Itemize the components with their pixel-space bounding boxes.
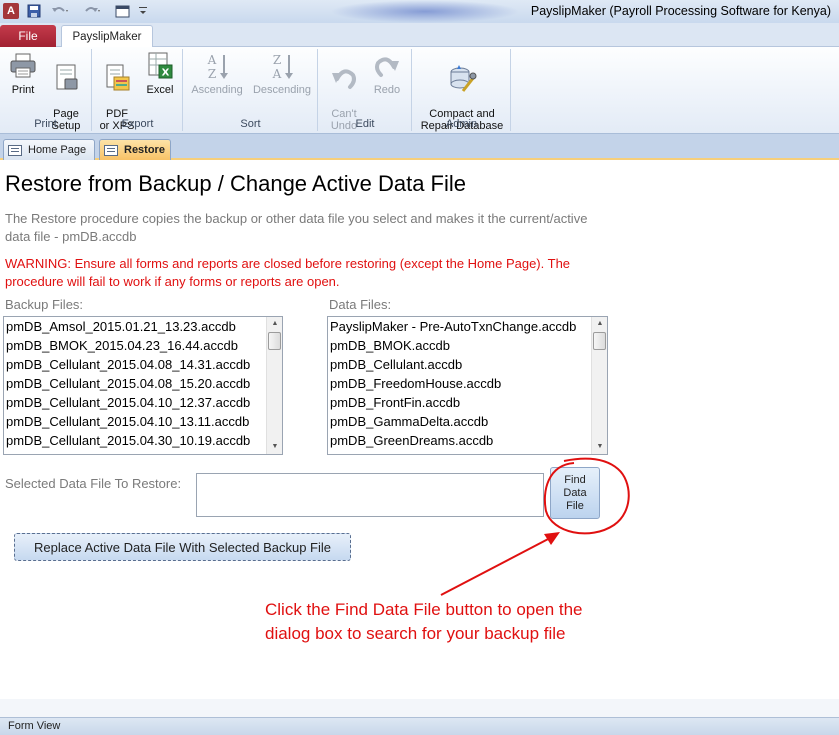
scroll-down-icon[interactable]: ▼ <box>592 440 607 454</box>
undo-quick-icon[interactable] <box>49 3 71 19</box>
redo-icon <box>375 57 399 77</box>
sort-ascending-label: Ascending <box>191 84 243 96</box>
customize-toolbar-icon[interactable] <box>137 3 149 19</box>
title-bar: A PayslipMaker (Payroll Processing Softw… <box>0 0 839 23</box>
find-data-file-button[interactable]: Find Data File <box>550 467 600 519</box>
ribbon-group-print-label: Print <box>34 118 57 130</box>
ribbon-group-edit: Can't Undo Redo Edit <box>319 49 412 132</box>
form-warning: WARNING: Ensure all forms and reports ar… <box>5 256 571 289</box>
print-button[interactable]: Print <box>6 51 40 96</box>
redo-quick-icon[interactable] <box>81 3 103 19</box>
annotation-arrow-head <box>544 532 560 545</box>
doc-tab-home-label: Home Page <box>28 144 87 156</box>
list-item[interactable]: pmDB_BMOK_2015.04.23_16.44.accdb <box>6 336 238 355</box>
print-button-label: Print <box>11 84 35 96</box>
ribbon-group-admin: Compact and Repair Database Admin <box>413 49 511 132</box>
list-item[interactable]: pmDB_GreenDreams.accdb <box>330 431 493 450</box>
status-text: Form View <box>8 720 61 732</box>
list-item[interactable]: pmDB_FrontFin.accdb <box>330 393 460 412</box>
scroll-up-icon[interactable]: ▲ <box>592 317 607 331</box>
document-tabs: Home Page Restore <box>0 134 839 160</box>
sort-descending-icon: ZA <box>272 53 293 81</box>
svg-text:A: A <box>207 53 217 67</box>
ribbon-group-export: PDF or XPS X Excel Export <box>93 49 183 132</box>
list-item[interactable]: pmDB_Cellulant_2015.04.30_10.19.accdb <box>6 431 250 450</box>
doc-tab-home-page[interactable]: Home Page <box>3 139 95 160</box>
window-title: PayslipMaker (Payroll Processing Softwar… <box>530 4 831 18</box>
form-icon <box>104 144 118 156</box>
svg-text:Z: Z <box>273 53 281 67</box>
access-app-icon[interactable]: A <box>3 3 19 19</box>
list-item[interactable]: pmDB_Cellulant.accdb <box>330 355 462 374</box>
scroll-thumb[interactable] <box>593 332 606 350</box>
redo-button-label: Redo <box>373 84 401 96</box>
form-view-quick-icon[interactable] <box>113 3 131 19</box>
list-item[interactable]: pmDB_FreedomHouse.accdb <box>330 374 501 393</box>
sort-ascending-button[interactable]: AZ Ascending <box>188 51 246 96</box>
ribbon-group-sort: AZ Ascending ZA Descending Sort <box>184 49 318 131</box>
page-setup-icon <box>56 64 78 90</box>
annotation-arrow-line <box>440 536 553 596</box>
list-item[interactable]: PayslipMaker - Pre-AutoTxnChange.accdb <box>330 317 576 336</box>
excel-export-button-label: Excel <box>146 84 174 96</box>
form-heading: Restore from Backup / Change Active Data… <box>5 171 466 196</box>
form-description: The Restore procedure copies the backup … <box>5 211 588 244</box>
tab-payslipmaker[interactable]: PayslipMaker <box>61 25 153 48</box>
form-icon <box>8 144 22 156</box>
ribbon-group-edit-label: Edit <box>355 118 375 130</box>
list-item[interactable]: pmDB_Cellulant_2015.04.10_12.37.accdb <box>6 393 250 412</box>
excel-export-button[interactable]: X Excel <box>141 51 179 96</box>
printer-icon <box>10 53 36 78</box>
list-item[interactable]: pmDB_BMOK.accdb <box>330 336 450 355</box>
ribbon-group-export-label: Export <box>121 118 154 130</box>
file-tab[interactable]: File <box>0 25 56 47</box>
redo-button[interactable]: Redo <box>367 51 407 96</box>
ribbon-group-sort-label: Sort <box>240 118 261 130</box>
list-item[interactable]: pmDB_GreenPark.accdb <box>330 450 475 454</box>
compact-repair-icon <box>450 65 477 92</box>
backup-files-listbox[interactable]: pmDB_Amsol_2015.01.21_13.23.accdb pmDB_BM… <box>3 316 283 455</box>
svg-text:Z: Z <box>208 67 216 81</box>
list-item[interactable]: pmDB_Cellulant_2015.04.30_10.20.accdb <box>6 450 250 454</box>
sort-descending-button[interactable]: ZA Descending <box>250 51 314 96</box>
ribbon-tab-strip: File PayslipMaker <box>0 23 839 48</box>
backup-list-scrollbar[interactable]: ▲ ▼ <box>266 317 282 454</box>
restore-form: Restore from Backup / Change Active Data… <box>0 161 839 699</box>
excel-icon: X <box>148 52 173 79</box>
ribbon-group-admin-label: Admin <box>445 118 478 130</box>
status-bar: Form View <box>0 717 839 735</box>
selected-file-input[interactable] <box>196 473 544 517</box>
data-files-listbox[interactable]: PayslipMaker - Pre-AutoTxnChange.accdb pm… <box>327 316 608 455</box>
pdf-xps-icon <box>106 64 130 91</box>
annotation-text: Click the Find Data File button to open … <box>265 600 583 643</box>
list-item[interactable]: pmDB_Cellulant_2015.04.08_15.20.accdb <box>6 374 250 393</box>
doc-tab-restore[interactable]: Restore <box>99 139 171 160</box>
scroll-thumb[interactable] <box>268 332 281 350</box>
selected-file-label: Selected Data File To Restore: <box>5 476 182 491</box>
list-item[interactable]: pmDB_Amsol_2015.01.21_13.23.accdb <box>6 317 236 336</box>
svg-text:A: A <box>272 67 282 81</box>
scroll-down-icon[interactable]: ▼ <box>267 440 282 454</box>
list-item[interactable]: pmDB_Cellulant_2015.04.08_14.31.accdb <box>6 355 250 374</box>
svg-text:X: X <box>162 68 170 79</box>
save-icon[interactable] <box>26 3 42 19</box>
data-files-label: Data Files: <box>329 297 392 312</box>
scroll-up-icon[interactable]: ▲ <box>267 317 282 331</box>
doc-tab-restore-label: Restore <box>124 144 165 156</box>
app-window: A PayslipMaker (Payroll Processing Softw… <box>0 0 839 735</box>
sort-ascending-icon: AZ <box>207 53 228 81</box>
backup-files-label: Backup Files: <box>5 297 84 312</box>
list-item[interactable]: pmDB_GammaDelta.accdb <box>330 412 488 431</box>
list-item[interactable]: pmDB_Cellulant_2015.04.10_13.11.accdb <box>6 412 249 431</box>
ribbon-group-print: Print Page Setup Print <box>0 49 92 132</box>
undo-icon <box>332 69 356 89</box>
sort-descending-label: Descending <box>252 84 312 96</box>
replace-active-data-file-button[interactable]: Replace Active Data File With Selected B… <box>14 533 351 561</box>
data-list-scrollbar[interactable]: ▲ ▼ <box>591 317 607 454</box>
ribbon: Print Page Setup Print PDF or XPS X Exce… <box>0 47 839 134</box>
